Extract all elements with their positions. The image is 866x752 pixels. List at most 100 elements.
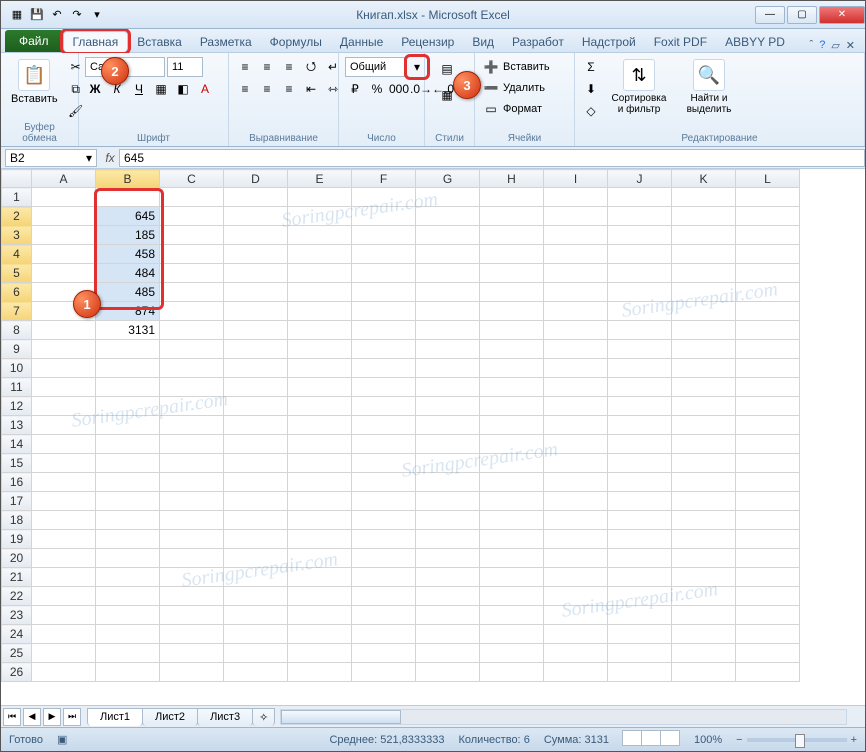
cell-I6[interactable] (544, 283, 608, 302)
cell-H25[interactable] (480, 644, 544, 663)
cell-E11[interactable] (288, 378, 352, 397)
row-header-26[interactable]: 26 (2, 663, 32, 682)
cell-F12[interactable] (352, 397, 416, 416)
cell-G6[interactable] (416, 283, 480, 302)
cell-H26[interactable] (480, 663, 544, 682)
cell-B21[interactable] (96, 568, 160, 587)
sheet-nav-next[interactable]: ▶ (43, 708, 61, 726)
cell-E17[interactable] (288, 492, 352, 511)
cell-K3[interactable] (672, 226, 736, 245)
cell-F8[interactable] (352, 321, 416, 340)
cell-F5[interactable] (352, 264, 416, 283)
cell-A4[interactable] (32, 245, 96, 264)
formula-input[interactable] (119, 149, 865, 167)
cell-E1[interactable] (288, 188, 352, 207)
cell-C13[interactable] (160, 416, 224, 435)
cell-E19[interactable] (288, 530, 352, 549)
cell-B1[interactable] (96, 188, 160, 207)
cell-B14[interactable] (96, 435, 160, 454)
cell-G3[interactable] (416, 226, 480, 245)
cell-I2[interactable] (544, 207, 608, 226)
cell-D8[interactable] (224, 321, 288, 340)
cell-A24[interactable] (32, 625, 96, 644)
close-button[interactable]: ✕ (819, 6, 865, 24)
cell-K20[interactable] (672, 549, 736, 568)
minimize-button[interactable]: — (755, 6, 785, 24)
cell-F4[interactable] (352, 245, 416, 264)
cell-D14[interactable] (224, 435, 288, 454)
cell-L26[interactable] (736, 663, 800, 682)
cell-J26[interactable] (608, 663, 672, 682)
cell-H11[interactable] (480, 378, 544, 397)
cell-L1[interactable] (736, 188, 800, 207)
cell-G12[interactable] (416, 397, 480, 416)
cell-F26[interactable] (352, 663, 416, 682)
column-header-H[interactable]: H (480, 170, 544, 188)
cell-L20[interactable] (736, 549, 800, 568)
decrease-indent-icon[interactable]: ⇤ (301, 79, 321, 99)
cell-L5[interactable] (736, 264, 800, 283)
row-header-2[interactable]: 2 (2, 207, 32, 226)
sheet-nav-prev[interactable]: ◀ (23, 708, 41, 726)
cell-L4[interactable] (736, 245, 800, 264)
cell-I8[interactable] (544, 321, 608, 340)
row-header-15[interactable]: 15 (2, 454, 32, 473)
cell-I17[interactable] (544, 492, 608, 511)
cell-K2[interactable] (672, 207, 736, 226)
cell-B20[interactable] (96, 549, 160, 568)
cell-C6[interactable] (160, 283, 224, 302)
cell-I16[interactable] (544, 473, 608, 492)
cell-H15[interactable] (480, 454, 544, 473)
cell-C24[interactable] (160, 625, 224, 644)
cell-E26[interactable] (288, 663, 352, 682)
cell-E14[interactable] (288, 435, 352, 454)
border-button[interactable]: ▦ (151, 79, 171, 99)
cell-C19[interactable] (160, 530, 224, 549)
cell-K8[interactable] (672, 321, 736, 340)
cell-J14[interactable] (608, 435, 672, 454)
cell-F1[interactable] (352, 188, 416, 207)
cell-E20[interactable] (288, 549, 352, 568)
tab-review[interactable]: Рецензир (392, 32, 463, 52)
save-icon[interactable]: 💾 (29, 7, 45, 23)
cell-J9[interactable] (608, 340, 672, 359)
cell-J6[interactable] (608, 283, 672, 302)
tab-view[interactable]: Вид (463, 32, 503, 52)
cell-C12[interactable] (160, 397, 224, 416)
cell-J10[interactable] (608, 359, 672, 378)
cell-L17[interactable] (736, 492, 800, 511)
cell-B18[interactable] (96, 511, 160, 530)
cell-L11[interactable] (736, 378, 800, 397)
cell-I12[interactable] (544, 397, 608, 416)
cell-F18[interactable] (352, 511, 416, 530)
insert-cells-icon[interactable]: ➕ (481, 57, 501, 77)
align-bottom-icon[interactable]: ≡ (279, 57, 299, 77)
view-buttons[interactable] (623, 730, 680, 749)
row-header-6[interactable]: 6 (2, 283, 32, 302)
cell-B22[interactable] (96, 587, 160, 606)
cell-C22[interactable] (160, 587, 224, 606)
cell-J13[interactable] (608, 416, 672, 435)
font-size-combo[interactable]: 11 (167, 57, 203, 77)
find-select-button[interactable]: 🔍 Найти и выделить (677, 57, 741, 117)
cell-J15[interactable] (608, 454, 672, 473)
cell-L2[interactable] (736, 207, 800, 226)
cell-C21[interactable] (160, 568, 224, 587)
cell-G11[interactable] (416, 378, 480, 397)
cell-G23[interactable] (416, 606, 480, 625)
cell-D2[interactable] (224, 207, 288, 226)
cell-H6[interactable] (480, 283, 544, 302)
cell-J18[interactable] (608, 511, 672, 530)
cell-D18[interactable] (224, 511, 288, 530)
cell-G18[interactable] (416, 511, 480, 530)
cell-I10[interactable] (544, 359, 608, 378)
cell-H14[interactable] (480, 435, 544, 454)
cell-B8[interactable]: 3131 (96, 321, 160, 340)
font-color-button[interactable]: A (195, 79, 215, 99)
column-header-L[interactable]: L (736, 170, 800, 188)
cell-A8[interactable] (32, 321, 96, 340)
cell-E18[interactable] (288, 511, 352, 530)
cell-F6[interactable] (352, 283, 416, 302)
cell-B5[interactable]: 484 (96, 264, 160, 283)
zoom-level[interactable]: 100% (694, 734, 722, 746)
